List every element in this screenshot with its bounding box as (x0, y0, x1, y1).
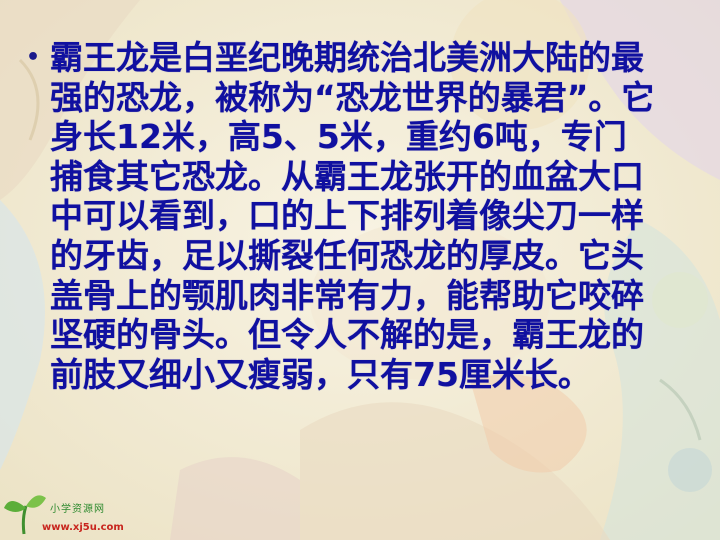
slide-text-box: • 霸王龙是白垩纪晚期统治北美洲大陆的最强的恐龙，被称为“恐龙世界的暴君”。它身… (26, 38, 656, 394)
site-logo: 小学资源网 www.xj5u.com (2, 488, 132, 538)
logo-url: www.xj5u.com (42, 522, 124, 533)
bullet-marker: • (26, 45, 41, 70)
logo-name: 小学资源网 (50, 504, 105, 515)
bullet-item: • 霸王龙是白垩纪晚期统治北美洲大陆的最强的恐龙，被称为“恐龙世界的暴君”。它身… (26, 38, 656, 394)
dinosaur-paragraph: 霸王龙是白垩纪晚期统治北美洲大陆的最强的恐龙，被称为“恐龙世界的暴君”。它身长1… (50, 38, 655, 394)
